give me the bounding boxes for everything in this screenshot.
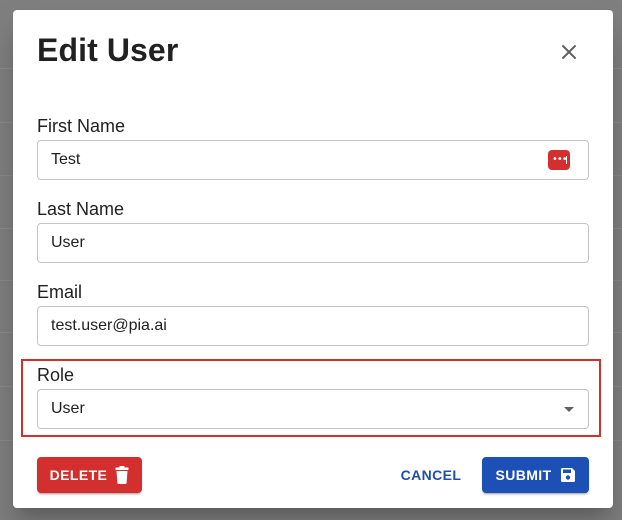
close-button[interactable] (555, 38, 583, 66)
trash-icon (115, 466, 129, 484)
last-name-input[interactable] (38, 224, 588, 262)
last-name-field[interactable] (37, 223, 589, 263)
cancel-button[interactable]: CANCEL (393, 457, 469, 493)
email-input[interactable] (38, 307, 588, 345)
dialog-title: Edit User (37, 32, 179, 68)
close-icon (562, 45, 576, 59)
save-icon (560, 468, 575, 482)
delete-button-label: DELETE (49, 467, 108, 483)
role-select[interactable]: User (37, 389, 589, 429)
email-field[interactable] (37, 306, 589, 346)
caret-down-icon (564, 407, 574, 412)
edit-user-dialog: Edit User First Name ••• Last Name Email… (13, 10, 613, 508)
submit-button-label: SUBMIT (495, 467, 552, 483)
first-name-label: First Name (37, 116, 126, 136)
submit-button[interactable]: SUBMIT (482, 457, 589, 493)
role-selected-value: User (51, 400, 85, 417)
last-name-label: Last Name (37, 199, 125, 219)
email-label: Email (37, 282, 83, 302)
password-manager-icon[interactable]: ••• (548, 150, 570, 170)
first-name-field[interactable]: ••• (37, 140, 589, 180)
role-label: Role (37, 365, 75, 385)
first-name-input[interactable] (38, 141, 588, 179)
delete-button[interactable]: DELETE (37, 457, 142, 493)
